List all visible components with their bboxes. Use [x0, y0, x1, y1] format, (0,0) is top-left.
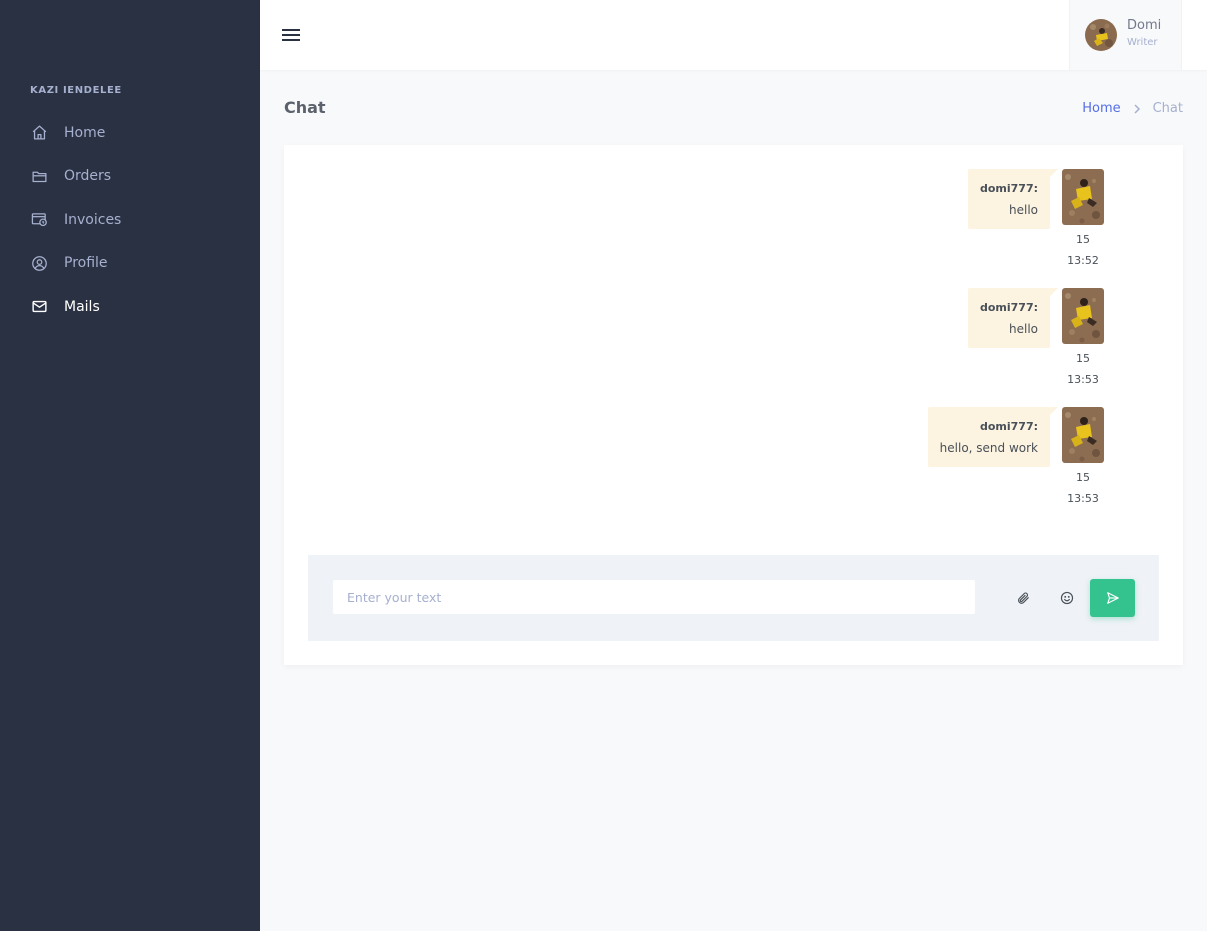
user-circle-icon [30, 254, 48, 272]
message-author: domi777: [979, 182, 1038, 195]
sidebar-item-label: Orders [64, 168, 112, 185]
message-time: 15 13:52 [1067, 233, 1099, 267]
send-icon [1106, 592, 1119, 604]
sidebar-item-label: Home [64, 124, 106, 141]
message-author: domi777: [979, 420, 1038, 433]
chat-composer [308, 555, 1159, 641]
chat-input[interactable] [332, 579, 976, 615]
topbar: Domi Writer [260, 0, 1207, 70]
sidebar-item-orders[interactable]: Orders [0, 155, 260, 199]
message-text: hello [1009, 203, 1038, 217]
breadcrumb-home-link[interactable]: Home [1082, 101, 1120, 116]
user-name: Domi [1127, 18, 1162, 33]
sidebar-item-label: Profile [64, 255, 108, 272]
message-author: domi777: [979, 301, 1038, 314]
sidebar-item-home[interactable]: Home [0, 111, 260, 155]
avatar [1085, 19, 1117, 51]
home-icon [30, 124, 48, 142]
attach-button[interactable] [1005, 579, 1041, 617]
sidebar: KAZI IENDELEE Home Orders Invoices Profi… [0, 0, 260, 931]
hamburger-icon [282, 29, 300, 41]
message-bubble: domi777: hello [967, 288, 1059, 348]
menu-title: KAZI IENDELEE [30, 85, 122, 96]
send-button[interactable] [1090, 579, 1135, 617]
breadcrumb-current: Chat [1152, 101, 1183, 116]
smiley-icon [1060, 591, 1074, 605]
message-text: hello, send work [939, 441, 1038, 455]
folder-icon [30, 167, 48, 185]
chevron-right-icon [1133, 103, 1141, 114]
emoji-button[interactable] [1049, 579, 1085, 617]
page-title: Chat [284, 98, 326, 117]
sidebar-menu: Home Orders Invoices Profile Mails [0, 111, 260, 329]
message-avatar[interactable] [1062, 169, 1104, 225]
message-text: hello [1009, 322, 1038, 336]
sidebar-item-profile[interactable]: Profile [0, 242, 260, 286]
invoice-icon [30, 211, 48, 229]
menu-toggle-button[interactable] [280, 24, 302, 46]
message-avatar[interactable] [1062, 407, 1104, 463]
paperclip-icon [1018, 592, 1029, 604]
chat-card: domi777: hello 15 13:52 domi777: hello 1… [284, 145, 1183, 665]
sidebar-logo-area [0, 0, 260, 70]
message-bubble: domi777: hello, send work [927, 407, 1059, 467]
sidebar-item-mails[interactable]: Mails [0, 285, 260, 329]
sidebar-item-label: Mails [64, 298, 100, 315]
sidebar-item-invoices[interactable]: Invoices [0, 198, 260, 242]
mail-icon [30, 298, 48, 316]
user-dropdown[interactable]: Domi Writer [1069, 0, 1182, 70]
message-time: 15 13:53 [1067, 352, 1099, 386]
message-avatar[interactable] [1062, 288, 1104, 344]
message-time: 15 13:53 [1067, 471, 1099, 505]
user-role: Writer [1127, 37, 1158, 48]
message-bubble: domi777: hello [967, 169, 1059, 229]
breadcrumb: Home Chat [1082, 101, 1183, 116]
sidebar-item-label: Invoices [64, 211, 122, 228]
